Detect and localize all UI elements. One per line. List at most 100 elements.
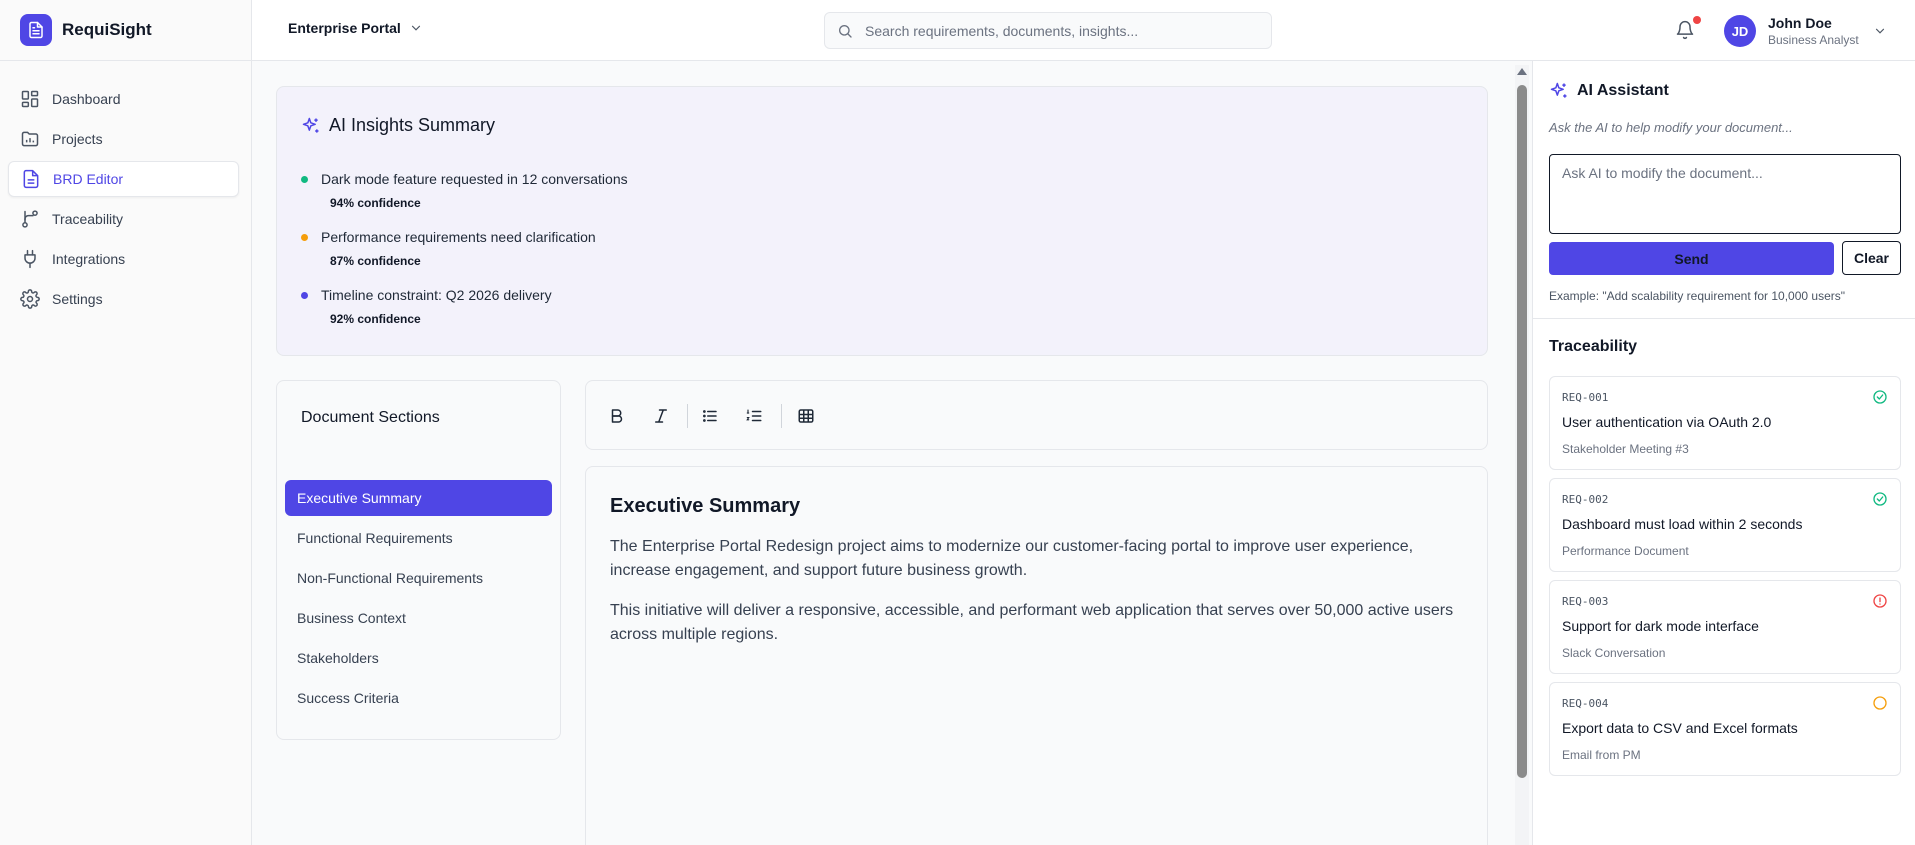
requirement-text: Export data to CSV and Excel formats [1562,720,1798,736]
insight-text: Performance requirements need clarificat… [321,229,596,245]
sidebar-item-dashboard[interactable]: Dashboard [8,81,239,117]
italic-icon [655,409,667,423]
insight-confidence: 94% confidence [330,196,421,210]
traceability-card[interactable]: REQ-002 Dashboard must load within 2 sec… [1549,478,1901,572]
sidebar-item-traceability[interactable]: Traceability [8,201,239,237]
sidebar-item-projects[interactable]: Projects [8,121,239,157]
sidebar-item-label: Dashboard [52,91,121,107]
sidebar-item-label: Integrations [52,251,126,267]
table-icon [798,409,814,423]
check-circle-icon [1872,389,1888,405]
insight-status-dot [301,292,308,299]
sidebar-item-label: BRD Editor [53,171,124,187]
search-input[interactable] [865,22,1245,39]
toolbar-divider [781,404,782,428]
chevron-down-icon [411,25,420,31]
document-icon [23,169,39,189]
section-item-business-context[interactable]: Business Context [285,600,552,636]
traceability-title: Traceability [1549,338,1638,355]
section-item-success-criteria[interactable]: Success Criteria [285,680,552,716]
plug-icon [24,249,36,269]
sidebar-item-label: Settings [52,291,103,307]
requirement-source: Email from PM [1562,748,1641,762]
insight-text: Dark mode feature requested in 12 conver… [321,171,628,187]
document-logo-icon [20,14,52,46]
italic-button[interactable] [652,407,670,425]
document-paragraph: This initiative will deliver a responsiv… [610,602,1454,643]
sidebar-nav: Dashboard Projects BRD Editor Traceabili… [0,61,251,317]
traceability-card[interactable]: REQ-003 Support for dark mode interface … [1549,580,1901,674]
bold-button[interactable] [608,407,626,425]
table-button[interactable] [797,407,815,425]
notification-badge [1693,16,1701,24]
sidebar: RequiSight Dashboard Projects BRD Editor… [0,0,252,845]
app-logo[interactable]: RequiSight [0,0,251,61]
insight-confidence: 87% confidence [330,254,421,268]
alert-circle-icon [1872,593,1888,609]
chevron-down-icon [1875,28,1884,34]
section-item-executive-summary[interactable]: Executive Summary [285,480,552,516]
clear-button[interactable]: Clear [1842,241,1901,275]
traceability-card[interactable]: REQ-001 User authentication via OAuth 2.… [1549,376,1901,470]
ai-insights-card: AI Insights Summary Dark mode feature re… [276,86,1488,356]
folder-icon [21,131,39,147]
requirement-text: Support for dark mode interface [1562,618,1759,634]
section-item-stakeholders[interactable]: Stakeholders [285,640,552,676]
sidebar-item-integrations[interactable]: Integrations [8,241,239,277]
editor-toolbar [585,380,1488,450]
requirement-source: Slack Conversation [1562,646,1666,660]
section-item-functional-requirements[interactable]: Functional Requirements [285,520,552,556]
section-item-non-functional-requirements[interactable]: Non-Functional Requirements [285,560,552,596]
bullet-list-button[interactable] [701,407,719,425]
scrollbar-thumb[interactable] [1517,85,1527,778]
ai-example-hint: Example: "Add scalability requirement fo… [1549,289,1845,303]
bullet-list-icon [703,410,717,422]
dashboard-icon [21,90,39,108]
sparkles-icon [1550,82,1567,98]
requirement-source: Performance Document [1562,544,1689,558]
ai-assistant-title: AI Assistant [1577,82,1669,99]
document-sections-panel: Document Sections Executive Summary Func… [276,380,561,740]
sidebar-item-settings[interactable]: Settings [8,281,239,317]
requirement-id: REQ-004 [1562,697,1609,710]
sidebar-item-brd-editor[interactable]: BRD Editor [8,161,239,197]
sidebar-item-label: Projects [52,131,103,147]
insight-status-dot [301,176,308,183]
requirement-id: REQ-001 [1562,391,1609,404]
check-circle-icon [1872,491,1888,507]
ai-prompt-input[interactable] [1549,154,1901,234]
document-title: Executive Summary [610,495,801,517]
send-button[interactable]: Send [1549,242,1834,275]
user-menu[interactable]: JD John Doe Business Analyst [1724,14,1887,48]
requirement-text: User authentication via OAuth 2.0 [1562,414,1772,430]
requirement-source: Stakeholder Meeting #3 [1562,442,1689,456]
notification-bell-icon[interactable] [1675,20,1695,40]
search-icon [839,24,852,38]
requirement-id: REQ-002 [1562,493,1609,506]
ai-assistant-header: AI Assistant [1549,81,1669,101]
user-info: John Doe Business Analyst [1768,14,1859,48]
numbered-list-icon [746,409,762,422]
right-panel: AI Assistant Ask the AI to help modify y… [1532,61,1915,845]
insight-status-dot [301,234,308,241]
search-box [824,12,1272,49]
insight-text: Timeline constraint: Q2 2026 delivery [321,287,552,303]
panel-divider [1533,318,1915,319]
ai-assistant-subtitle: Ask the AI to help modify your document.… [1549,120,1793,135]
traceability-card[interactable]: REQ-004 Export data to CSV and Excel for… [1549,682,1901,776]
document-sections-title: Document Sections [301,409,440,426]
numbered-list-button[interactable] [745,407,763,425]
sparkles-icon [302,117,319,133]
avatar: JD [1724,15,1756,47]
project-selector[interactable]: Enterprise Portal [288,20,423,36]
requirement-id: REQ-003 [1562,595,1609,608]
pending-circle-icon [1872,695,1888,711]
insight-confidence: 92% confidence [330,312,421,326]
sidebar-item-label: Traceability [52,211,124,227]
document-editor[interactable]: Executive Summary The Enterprise Portal … [585,466,1488,845]
project-selector-label: Enterprise Portal [288,20,401,36]
scroll-up-arrow-icon[interactable] [1517,68,1527,75]
top-bar: Enterprise Portal JD John Doe Business A… [252,0,1915,61]
app-name: RequiSight [62,20,152,39]
requirement-text: Dashboard must load within 2 seconds [1562,516,1803,532]
